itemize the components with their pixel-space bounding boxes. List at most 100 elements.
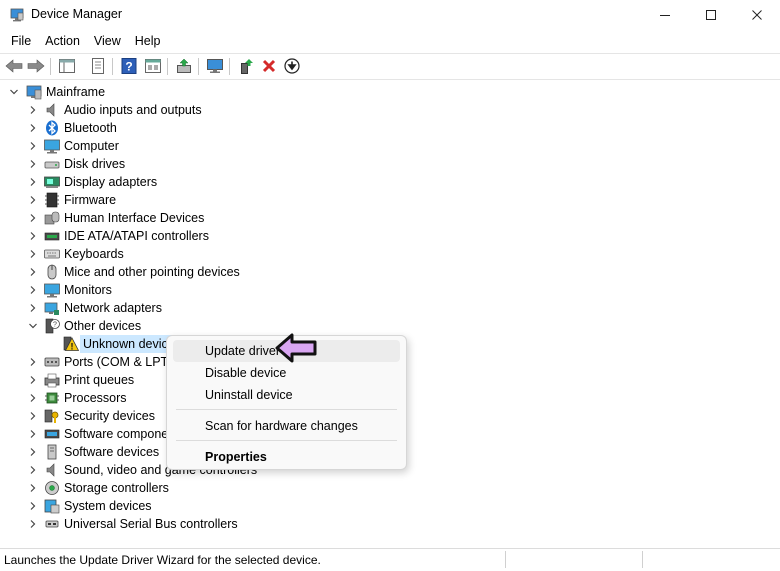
tree-item-label: Unknown device <box>80 335 178 353</box>
expand-toggle[interactable] <box>28 519 38 529</box>
expand-toggle[interactable] <box>28 159 38 169</box>
device-tree: Mainframe Audio inputs and outputs Bluetoo… <box>0 80 780 548</box>
tree-item-keyboards[interactable]: Keyboards <box>0 245 780 263</box>
close-icon <box>752 10 762 20</box>
tree-item-storage-controllers[interactable]: Storage controllers <box>0 479 780 497</box>
ctx-separator <box>176 440 397 441</box>
printer-icon <box>44 373 60 388</box>
system-devices-icon <box>44 499 60 514</box>
chevron-right-icon <box>30 304 36 312</box>
expand-toggle[interactable] <box>28 483 38 493</box>
expand-toggle[interactable] <box>28 105 38 115</box>
ctx-scan-hardware[interactable]: Scan for hardware changes <box>173 415 400 437</box>
expand-toggle[interactable] <box>28 141 38 151</box>
tree-item-label: Storage controllers <box>64 481 169 495</box>
menu-action[interactable]: Action <box>38 30 87 52</box>
chevron-right-icon <box>30 484 36 492</box>
tree-item-label: Keyboards <box>64 247 124 261</box>
expand-toggle[interactable] <box>28 411 38 421</box>
title-bar[interactable]: Device Manager <box>0 0 780 30</box>
scan-hardware-button[interactable] <box>205 57 225 75</box>
tree-item-other-devices[interactable]: ? Other devices <box>0 317 780 335</box>
tree-item-label: Display adapters <box>64 175 158 189</box>
tree-item-label: Universal Serial Bus controllers <box>64 517 238 531</box>
properties-button[interactable] <box>88 57 108 75</box>
expand-toggle[interactable] <box>28 177 38 187</box>
maximize-button[interactable] <box>688 0 734 30</box>
minimize-button[interactable] <box>642 0 688 30</box>
minimize-icon <box>660 15 670 16</box>
expand-toggle[interactable] <box>28 267 38 277</box>
tree-item-ide-ata-atapi-controllers[interactable]: IDE ATA/ATAPI controllers <box>0 227 780 245</box>
tree-item-label: Monitors <box>64 283 112 297</box>
menu-help[interactable]: Help <box>128 30 168 52</box>
download-button[interactable] <box>282 57 302 75</box>
tree-item-disk-drives[interactable]: Disk drives <box>0 155 780 173</box>
chevron-down-icon <box>10 89 18 95</box>
firmware-icon <box>45 192 59 208</box>
show-hide-tree-button[interactable] <box>57 57 77 75</box>
expand-toggle[interactable] <box>28 447 38 457</box>
tree-item-mice-and-other-pointing-devices[interactable]: Mice and other pointing devices <box>0 263 780 281</box>
expand-toggle[interactable] <box>28 357 38 367</box>
bluetooth-icon <box>46 120 58 136</box>
expand-toggle[interactable] <box>28 249 38 259</box>
processor-icon <box>45 392 59 404</box>
chevron-right-icon <box>30 520 36 528</box>
expand-toggle[interactable] <box>28 321 38 331</box>
hid-icon <box>44 211 60 225</box>
tree-item-label: Human Interface Devices <box>64 211 205 225</box>
tree-root-mainframe[interactable]: Mainframe <box>0 83 780 101</box>
speaker-icon <box>46 463 55 477</box>
expand-toggle[interactable] <box>28 303 38 313</box>
menu-file[interactable]: File <box>4 30 38 52</box>
uninstall-button[interactable] <box>259 57 279 75</box>
ctx-uninstall-device[interactable]: Uninstall device <box>173 384 400 406</box>
chevron-right-icon <box>30 394 36 402</box>
tree-item-display-adapters[interactable]: Display adapters <box>0 173 780 191</box>
view-button[interactable] <box>143 57 163 75</box>
forward-button[interactable] <box>26 57 46 75</box>
expand-toggle[interactable] <box>9 87 19 97</box>
enable-device-button[interactable] <box>236 57 256 75</box>
help-button[interactable]: ? <box>119 57 139 75</box>
expand-toggle[interactable] <box>28 501 38 511</box>
ctx-properties[interactable]: Properties <box>173 446 400 468</box>
tree-item-label: Print queues <box>64 373 135 387</box>
warning-device-icon: ! <box>63 336 79 352</box>
tree-item-label: Processors <box>64 391 127 405</box>
tree-item-universal-serial-bus-controllers[interactable]: Universal Serial Bus controllers <box>0 515 780 533</box>
expand-toggle[interactable] <box>28 393 38 403</box>
expand-toggle[interactable] <box>28 375 38 385</box>
back-button[interactable] <box>4 57 24 75</box>
toolbar: ? <box>0 53 780 80</box>
tree-item-bluetooth[interactable]: Bluetooth <box>0 119 780 137</box>
expand-toggle[interactable] <box>28 429 38 439</box>
ctx-disable-device[interactable]: Disable device <box>173 362 400 384</box>
tree-item-label: Mainframe <box>46 85 106 99</box>
chevron-right-icon <box>30 286 36 294</box>
expand-toggle[interactable] <box>28 465 38 475</box>
expand-toggle[interactable] <box>28 213 38 223</box>
mouse-icon <box>47 264 57 280</box>
tree-item-label: Audio inputs and outputs <box>64 103 202 117</box>
tree-item-system-devices[interactable]: System devices <box>0 497 780 515</box>
expand-toggle[interactable] <box>28 123 38 133</box>
tree-item-computer[interactable]: Computer <box>0 137 780 155</box>
expand-toggle[interactable] <box>28 195 38 205</box>
tree-item-network-adapters[interactable]: Network adapters <box>0 299 780 317</box>
expand-toggle[interactable] <box>28 285 38 295</box>
chevron-right-icon <box>30 376 36 384</box>
ide-controller-icon <box>44 232 60 241</box>
menu-view[interactable]: View <box>87 30 128 52</box>
tree-item-audio-inputs-and-outputs[interactable]: Audio inputs and outputs <box>0 101 780 119</box>
update-driver-toolbar-button[interactable] <box>174 57 194 75</box>
disk-drive-icon <box>44 161 60 169</box>
tree-item-monitors[interactable]: Monitors <box>0 281 780 299</box>
close-button[interactable] <box>734 0 780 30</box>
expand-toggle[interactable] <box>28 231 38 241</box>
tree-item-human-interface-devices[interactable]: Human Interface Devices <box>0 209 780 227</box>
device-manager-window: Device Manager File Action View Help ? M… <box>0 0 780 571</box>
help-icon: ? <box>121 58 137 74</box>
tree-item-firmware[interactable]: Firmware <box>0 191 780 209</box>
